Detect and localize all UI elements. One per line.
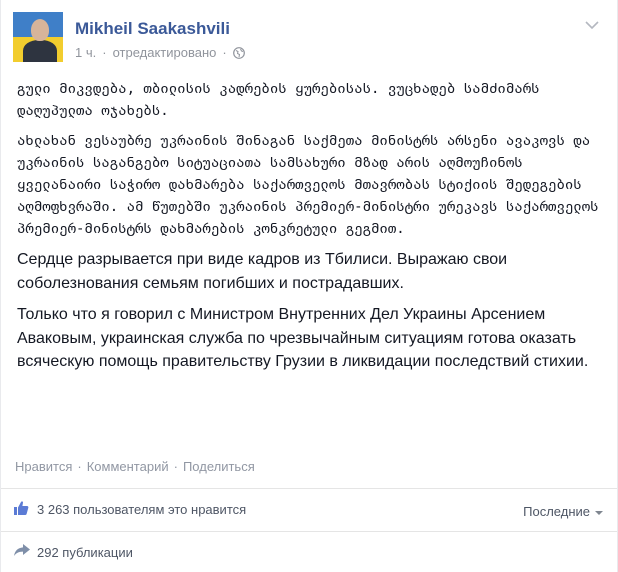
divider-2 — [1, 531, 617, 532]
sort-label: Последние — [523, 504, 590, 519]
divider — [1, 488, 617, 489]
comment-link[interactable]: Комментарий — [87, 459, 169, 474]
chevron-down-icon[interactable] — [585, 20, 599, 30]
shares-row: 292 публикации — [13, 539, 605, 565]
author-name-link[interactable]: Mikheil Saakashvili — [75, 19, 230, 39]
shares-count-link[interactable]: 292 публикации — [37, 545, 133, 560]
post-time-link[interactable]: 1 ч. — [75, 45, 96, 60]
share-link[interactable]: Поделиться — [183, 459, 255, 474]
post-header: Mikheil Saakashvili 1 ч. · отредактирова… — [13, 12, 605, 68]
action-separator-2: · — [173, 459, 178, 474]
facebook-post: Mikheil Saakashvili 1 ч. · отредактирова… — [0, 0, 618, 572]
like-link[interactable]: Нравится — [15, 459, 72, 474]
post-paragraph-ka-2: ახლახან ვესაუბრე უკრაინის შინაგან საქმეთ… — [17, 133, 599, 237]
post-meta: 1 ч. · отредактировано · — [75, 45, 245, 60]
likes-row: 3 263 пользователям это нравится Последн… — [13, 497, 605, 525]
share-icon — [14, 544, 30, 556]
edited-link[interactable]: отредактировано — [113, 45, 217, 60]
globe-icon[interactable] — [232, 46, 245, 59]
caret-down-icon — [595, 510, 603, 515]
meta-separator-2: · — [222, 45, 227, 60]
post-paragraph-ka-1: გული მიკვდება, თბილისის კადრების ყურების… — [17, 81, 540, 119]
comments-sort-dropdown[interactable]: Последние — [523, 504, 603, 519]
action-separator: · — [77, 459, 82, 474]
post-paragraph-ru-2: Только что я говорил с Министром Внутрен… — [17, 306, 589, 370]
avatar[interactable] — [13, 12, 63, 62]
post-actions: Нравится · Комментарий · Поделиться — [15, 459, 255, 474]
meta-separator: · — [102, 45, 107, 60]
like-icon — [14, 501, 29, 515]
post-paragraph-ru-1: Сердце разрывается при виде кадров из Тб… — [17, 251, 508, 292]
post-text: გული მიკვდება, თბილისის კადრების ყურების… — [17, 78, 609, 382]
likes-count-link[interactable]: 3 263 пользователям это нравится — [37, 502, 246, 517]
